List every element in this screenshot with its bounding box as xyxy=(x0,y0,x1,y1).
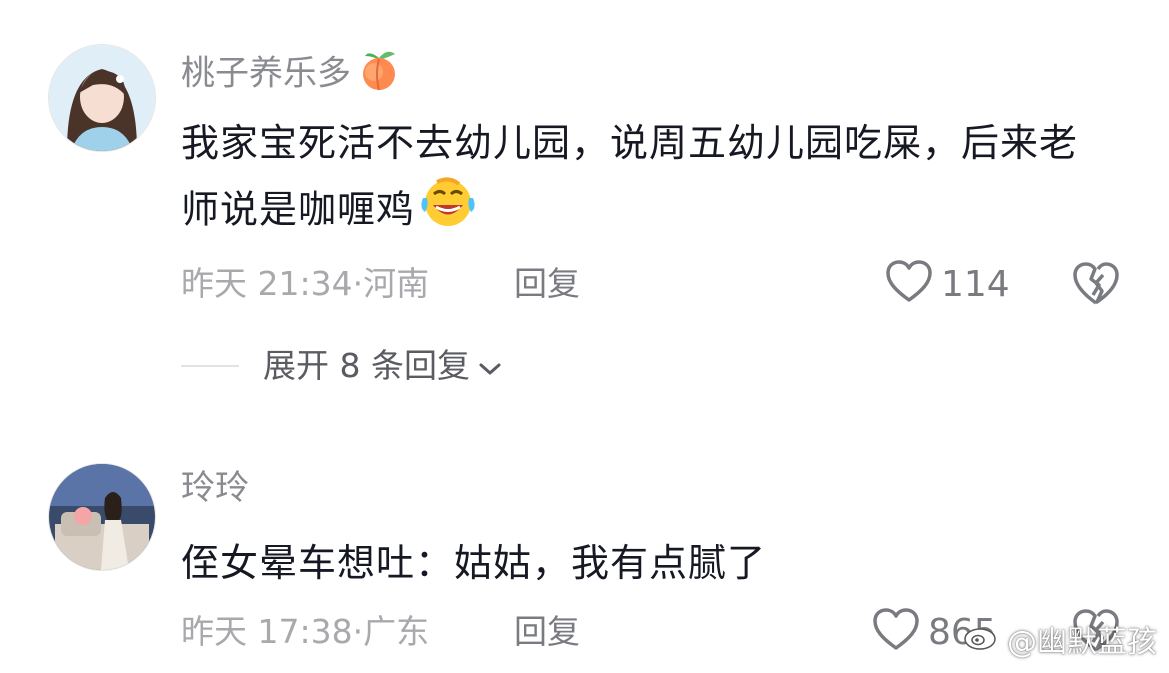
weibo-icon xyxy=(963,619,1007,659)
comment-location: 广东 xyxy=(363,612,430,651)
username-text: 桃子养乐多 xyxy=(181,53,351,94)
heart-outline-icon xyxy=(872,608,920,656)
comment-location: 河南 xyxy=(363,264,430,303)
avatar[interactable] xyxy=(48,463,156,571)
laughing-tears-emoji-icon xyxy=(419,176,477,248)
expand-replies-button[interactable]: 展开 8 条回复 xyxy=(263,344,502,388)
comment-text: 侄女晕车想吐：姑姑，我有点腻了 xyxy=(181,530,1111,596)
reply-button[interactable]: 回复 xyxy=(514,262,580,306)
meta-separator: · xyxy=(352,264,364,303)
username-text: 玲玲 xyxy=(181,468,249,508)
expand-divider xyxy=(181,365,239,367)
dislike-button[interactable] xyxy=(1072,261,1122,311)
expand-replies-label: 展开 8 条回复 xyxy=(263,346,470,385)
heart-outline-icon xyxy=(885,260,933,308)
comment-meta: 昨天 17:38·广东 xyxy=(181,610,429,654)
comment-time: 昨天 21:34 xyxy=(181,264,353,303)
comment-text: 我家宝死活不去幼儿园，说周五幼儿园吃屎，后来老师说是咖喱鸡 xyxy=(181,110,1111,248)
like-count: 114 xyxy=(941,263,1010,305)
watermark: @幽默蓝孩 xyxy=(963,617,1157,661)
broken-heart-icon xyxy=(1072,262,1120,311)
comment-text-content: 侄女晕车想吐：姑姑，我有点腻了 xyxy=(181,541,767,585)
chevron-down-icon xyxy=(478,344,502,388)
comment-time: 昨天 17:38 xyxy=(181,612,353,651)
comment-meta: 昨天 21:34·河南 xyxy=(181,262,429,306)
avatar[interactable] xyxy=(48,44,156,152)
like-button[interactable]: 114 xyxy=(885,259,1010,309)
watermark-text: @幽默蓝孩 xyxy=(1007,625,1157,660)
reply-button[interactable]: 回复 xyxy=(514,610,580,654)
username[interactable]: 玲玲 xyxy=(181,467,249,509)
peach-emoji-icon xyxy=(357,48,401,102)
username[interactable]: 桃子养乐多 xyxy=(181,48,401,102)
comment-text-content: 我家宝死活不去幼儿园，说周五幼儿园吃屎，后来老师说是咖喱鸡 xyxy=(181,121,1079,232)
meta-separator: · xyxy=(352,612,364,651)
